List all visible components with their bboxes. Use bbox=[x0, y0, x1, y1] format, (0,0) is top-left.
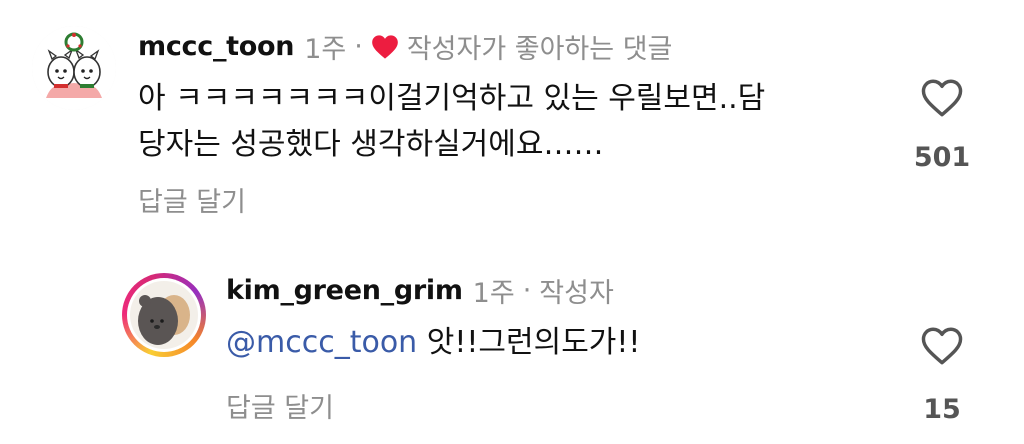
avatar-illustration bbox=[130, 281, 198, 349]
reply-button[interactable]: 답글 달기 bbox=[226, 386, 334, 425]
username[interactable]: mccc_toon bbox=[138, 31, 294, 62]
like-column: 15 bbox=[912, 326, 972, 425]
separator: · bbox=[522, 274, 532, 306]
heart-outline-icon[interactable] bbox=[920, 78, 964, 118]
comment-text-body: 앗!!그런의도가!! bbox=[417, 325, 641, 360]
username[interactable]: kim_green_grim bbox=[226, 275, 463, 306]
like-column: 501 bbox=[912, 78, 972, 173]
avatar-illustration bbox=[32, 26, 116, 110]
reply-button[interactable]: 답글 달기 bbox=[138, 180, 246, 219]
mention-link[interactable]: @mccc_toon bbox=[226, 325, 417, 360]
avatar[interactable] bbox=[122, 273, 206, 357]
comment-meta: mccc_toon 1주 · 작성자가 좋아하는 댓글 bbox=[138, 26, 672, 66]
comment-text-line: 아 ㅋㅋㅋㅋㅋㅋㅋ이걸기억하고 있는 우릴보면..담 bbox=[138, 81, 766, 116]
like-count: 15 bbox=[923, 394, 961, 425]
timestamp: 1주 bbox=[472, 277, 515, 309]
heart-outline-icon[interactable] bbox=[920, 326, 964, 366]
like-count: 501 bbox=[913, 142, 971, 173]
comment-item: mccc_toon 1주 · 작성자가 좋아하는 댓글 아 ㅋㅋㅋㅋㅋㅋㅋ이걸기… bbox=[0, 0, 1024, 240]
heart-filled-icon bbox=[371, 35, 398, 59]
comment-text: 아 ㅋㅋㅋㅋㅋㅋㅋ이걸기억하고 있는 우릴보면..담 당자는 성공했다 생각하실… bbox=[138, 76, 765, 168]
comment-text: @mccc_toon 앗!!그런의도가!! bbox=[226, 320, 640, 366]
liked-by-author-label: 작성자가 좋아하는 댓글 bbox=[406, 33, 673, 65]
comment-meta: kim_green_grim 1주 · 작성자 bbox=[226, 270, 614, 310]
reply-comment-item: kim_green_grim 1주 · 작성자 @mccc_toon 앗!!그런… bbox=[0, 262, 1024, 444]
avatar-inner bbox=[127, 278, 201, 352]
comment-text-line: 당자는 성공했다 생각하실거에요…… bbox=[138, 127, 604, 162]
timestamp: 1주 bbox=[304, 33, 347, 65]
avatar[interactable] bbox=[32, 26, 116, 110]
author-badge: 작성자 bbox=[539, 277, 614, 309]
separator: · bbox=[354, 30, 363, 62]
